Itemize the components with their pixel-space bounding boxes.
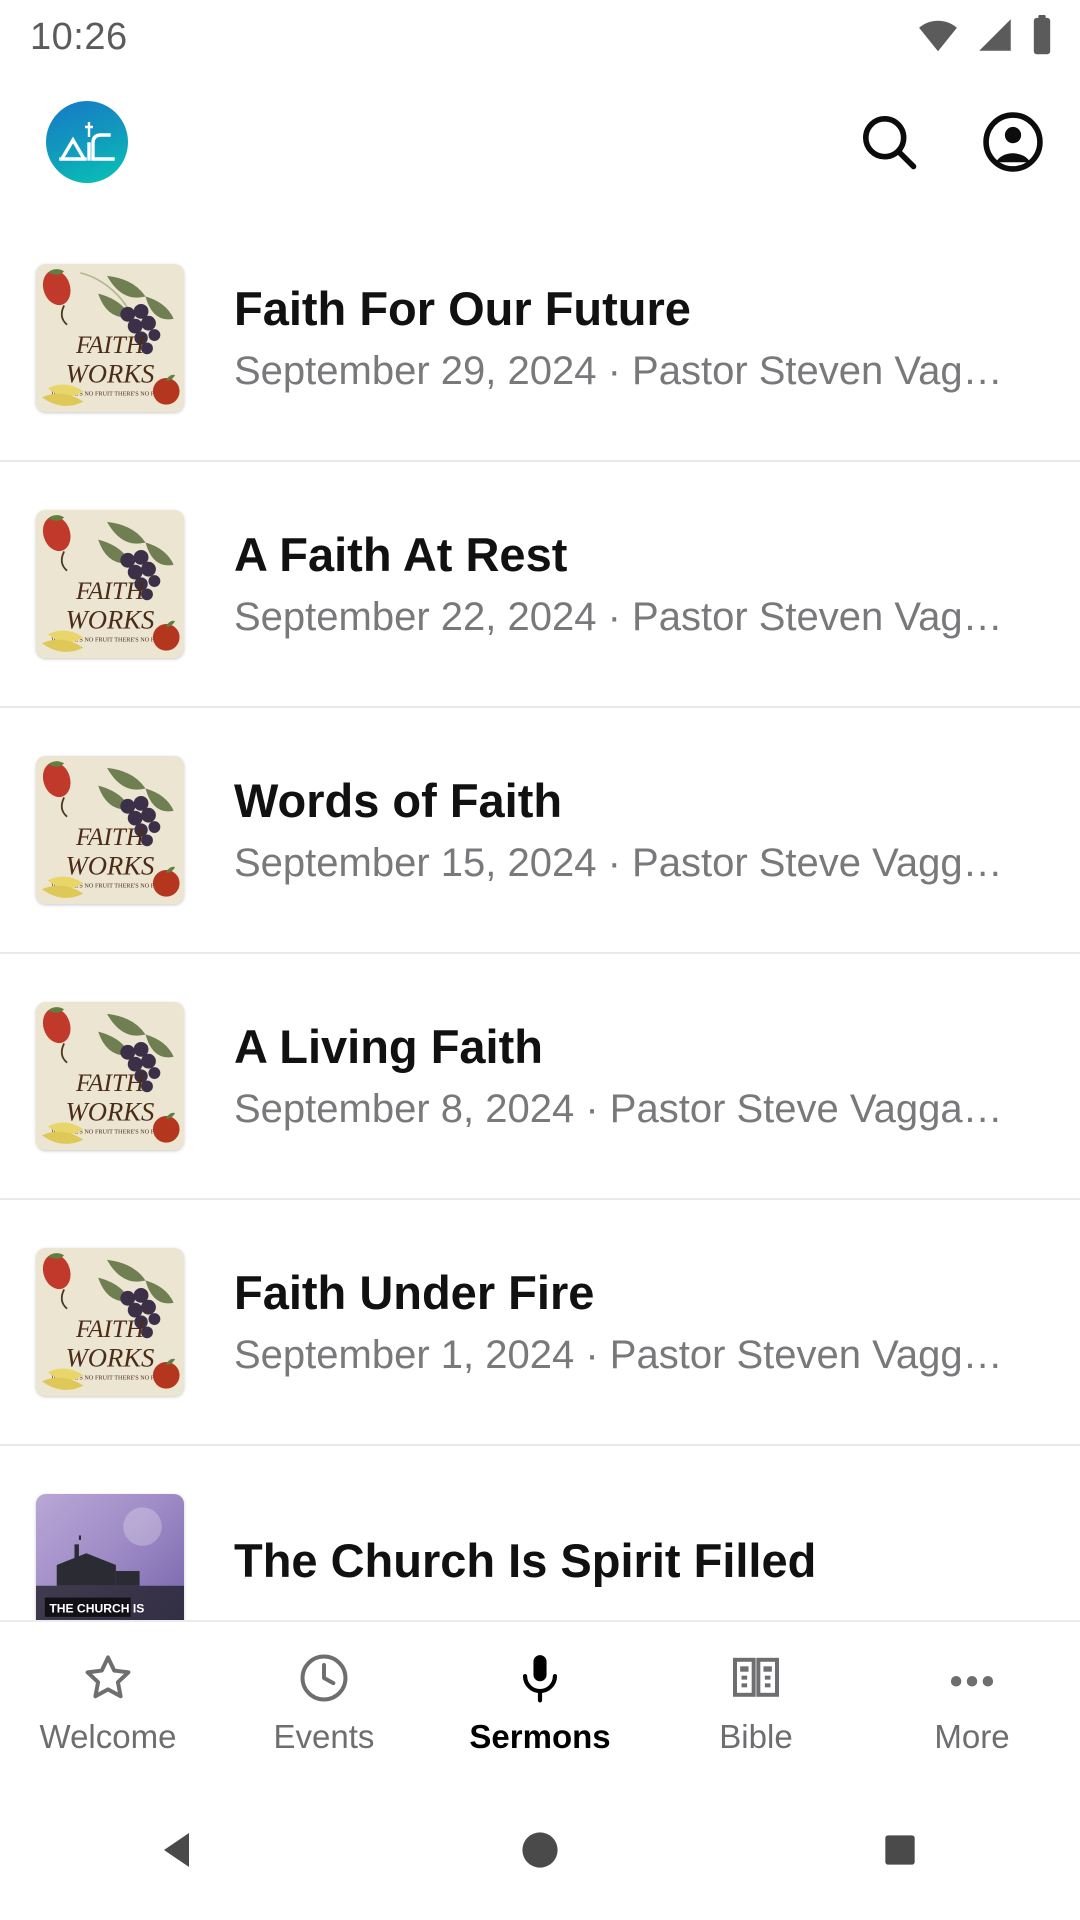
open-book-icon (728, 1650, 784, 1706)
nav-label-more: More (934, 1717, 1010, 1755)
status-bar: 10:26 (0, 0, 1080, 74)
sermon-subtitle: September 1, 2024 · Pastor Steven Vagg… (234, 1333, 1003, 1378)
svg-text:WORKS: WORKS (66, 1096, 155, 1126)
svg-text:FAITH: FAITH (75, 578, 146, 605)
nav-item-sermons[interactable]: Sermons (432, 1650, 648, 1753)
bottom-navigation: Welcome Events Sermons Bible More (0, 1620, 1080, 1780)
svg-text:WORKS: WORKS (66, 1342, 155, 1372)
list-item[interactable]: FAITH WORKS IF THERE'S NO FRUIT THERE'S … (0, 708, 1080, 954)
nav-item-bible[interactable]: Bible (648, 1650, 864, 1753)
sermon-thumbnail: FAITH WORKS IF THERE'S NO FRUIT THERE'S … (36, 1248, 184, 1396)
svg-text:WORKS: WORKS (66, 850, 155, 880)
sermon-title: Faith For Our Future (234, 281, 691, 335)
home-button[interactable] (360, 1828, 720, 1872)
nav-label-events: Events (273, 1717, 375, 1755)
svg-text:FAITH: FAITH (75, 1316, 146, 1343)
list-item-text: Faith For Our Future September 29, 2024 … (234, 282, 1046, 394)
status-time: 10:26 (30, 16, 128, 58)
sermon-thumbnail: FAITH WORKS IF THERE'S NO FRUIT THERE'S … (36, 756, 184, 904)
list-item-text: Faith Under Fire September 1, 2024 · Pas… (234, 1266, 1046, 1378)
sermon-thumbnail: FAITH WORKS IF THERE'S NO FRUIT THERE'S … (36, 510, 184, 658)
sermon-thumbnail: FAITH WORKS IF THERE'S NO FRUIT THERE'S … (36, 1002, 184, 1150)
list-item-text: Words of Faith September 15, 2024 · Past… (234, 774, 1046, 886)
svg-text:FAITH: FAITH (75, 824, 146, 851)
list-item-text: A Living Faith September 8, 2024 · Pasto… (234, 1020, 1046, 1132)
nav-item-events[interactable]: Events (216, 1650, 432, 1753)
recents-button[interactable] (720, 1830, 1080, 1870)
sermon-title: A Living Faith (234, 1019, 543, 1073)
nav-label-welcome: Welcome (39, 1717, 177, 1755)
nav-item-welcome[interactable]: Welcome (0, 1650, 216, 1753)
list-item[interactable]: FAITH WORKS IF THERE'S NO FRUIT THERE'S … (0, 954, 1080, 1200)
app-bar-actions (856, 109, 1046, 175)
account-icon[interactable] (980, 109, 1046, 175)
sermon-thumbnail: FAITH WORKS IF THERE'S NO FRUIT THERE'S … (36, 264, 184, 412)
app-bar (0, 74, 1080, 210)
search-icon[interactable] (856, 109, 922, 175)
clock-icon (296, 1650, 352, 1706)
wifi-icon (916, 17, 960, 58)
church-app-logo[interactable] (46, 101, 128, 183)
sermon-subtitle: September 8, 2024 · Pastor Steve Vagga… (234, 1087, 1003, 1132)
sermon-title: Words of Faith (234, 773, 563, 827)
svg-text:FAITH: FAITH (75, 1070, 146, 1097)
microphone-icon (512, 1650, 568, 1706)
star-icon (80, 1650, 136, 1706)
back-button[interactable] (0, 1826, 360, 1874)
list-item[interactable]: FAITH WORKS IF THERE'S NO FRUIT THERE'S … (0, 216, 1080, 462)
list-item[interactable]: FAITH WORKS IF THERE'S NO FRUIT THERE'S … (0, 462, 1080, 708)
app-screen: 10:26 FAITH WORKS IF THERE'S NO FRUIT TH… (0, 0, 1080, 1920)
cellular-signal-icon (974, 17, 1016, 58)
nav-label-sermons: Sermons (469, 1717, 611, 1755)
nav-item-more[interactable]: More (864, 1650, 1080, 1753)
battery-icon (1030, 14, 1054, 60)
list-item-text: A Faith At Rest September 22, 2024 · Pas… (234, 528, 1046, 640)
system-navigation-bar (0, 1780, 1080, 1920)
list-item[interactable]: THE CHURCH IS The Church Is Spirit Fille… (0, 1446, 1080, 1620)
svg-text:WORKS: WORKS (66, 604, 155, 634)
church-logo-glyph (59, 122, 115, 161)
sermon-title: The Church Is Spirit Filled (234, 1534, 817, 1588)
svg-text:THE CHURCH IS: THE CHURCH IS (49, 1601, 144, 1615)
svg-text:FAITH: FAITH (75, 332, 146, 359)
sermon-thumbnail: THE CHURCH IS (36, 1494, 184, 1620)
sermon-title: Faith Under Fire (234, 1265, 595, 1319)
sermon-subtitle: September 22, 2024 · Pastor Steven Vag… (234, 595, 1003, 640)
status-icons (916, 14, 1054, 60)
list-item-text: The Church Is Spirit Filled (234, 1534, 1046, 1602)
more-dots-icon (944, 1650, 1000, 1706)
sermon-title: A Faith At Rest (234, 527, 568, 581)
sermon-subtitle: September 29, 2024 · Pastor Steven Vag… (234, 349, 1003, 394)
list-item[interactable]: FAITH WORKS IF THERE'S NO FRUIT THERE'S … (0, 1200, 1080, 1446)
nav-label-bible: Bible (719, 1717, 793, 1755)
square-recents-icon (885, 1835, 915, 1865)
triangle-back-icon (164, 1833, 189, 1867)
sermon-list[interactable]: FAITH WORKS IF THERE'S NO FRUIT THERE'S … (0, 216, 1080, 1620)
svg-text:WORKS: WORKS (66, 358, 155, 388)
sermon-subtitle: September 15, 2024 · Pastor Steve Vagg… (234, 841, 1003, 886)
circle-home-icon (522, 1832, 558, 1868)
